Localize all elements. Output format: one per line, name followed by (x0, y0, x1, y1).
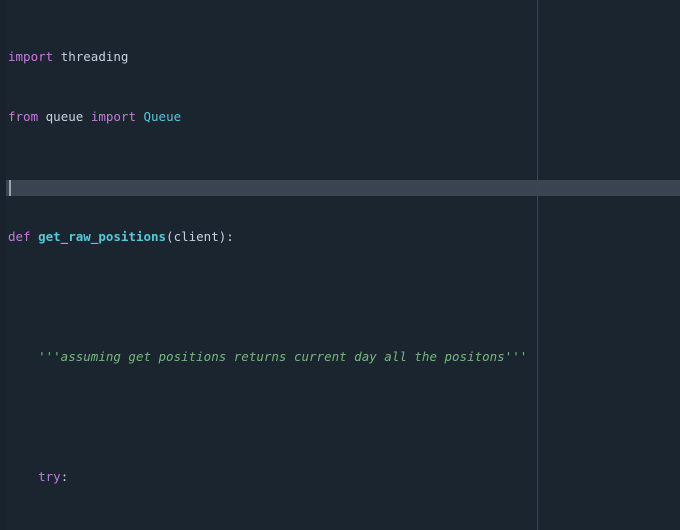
code-content[interactable]: import threading from queue import Queue… (0, 0, 680, 530)
code-line-4[interactable]: def get_raw_positions(client): (8, 229, 680, 244)
keyword-import: import (8, 49, 54, 64)
module-queue: queue (45, 109, 84, 124)
keyword-from: from (8, 109, 39, 124)
code-line-6[interactable]: '''assuming get positions returns curren… (8, 349, 680, 364)
keyword-def: def (8, 229, 31, 244)
code-line-2[interactable]: from queue import Queue (8, 109, 680, 124)
code-editor[interactable]: import threading from queue import Queue… (0, 0, 680, 530)
code-line-8[interactable]: try: (8, 469, 680, 484)
code-line-7[interactable] (8, 409, 680, 424)
function-args: (client): (166, 229, 234, 244)
keyword-try: try (38, 469, 61, 484)
code-line-1[interactable]: import threading (8, 49, 680, 64)
function-get-raw-positions: get_raw_positions (38, 229, 167, 244)
code-line-5[interactable] (8, 289, 680, 304)
module-threading: threading (60, 49, 129, 64)
docstring-get-raw-positions: '''assuming get positions returns curren… (38, 349, 528, 364)
editor-gutter (0, 0, 6, 530)
code-line-3[interactable] (8, 169, 680, 184)
text-caret (9, 180, 11, 196)
keyword-import: import (90, 109, 136, 124)
class-queue: Queue (143, 109, 182, 124)
